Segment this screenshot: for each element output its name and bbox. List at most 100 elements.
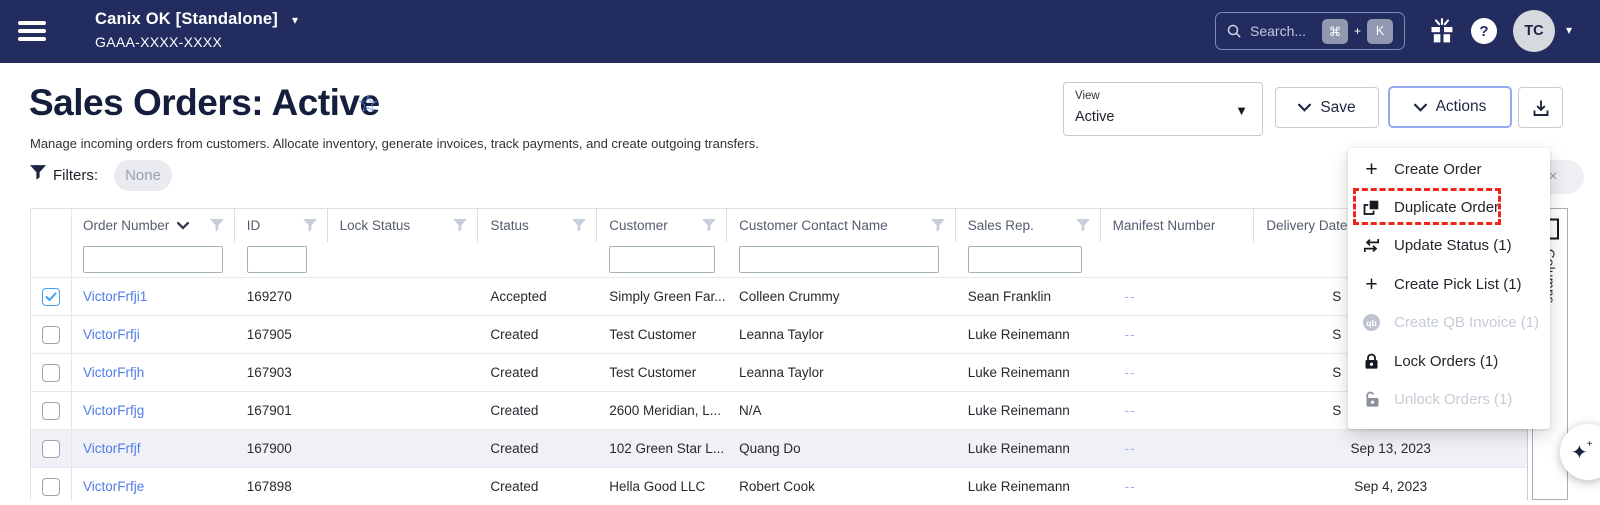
column-header-lock-status[interactable]: Lock Status xyxy=(328,209,479,242)
cell-id: 167900 xyxy=(235,441,328,456)
filter-cell xyxy=(71,246,235,273)
filters-value-chip[interactable]: None xyxy=(114,160,172,191)
menu-item-unlock-orders-1[interactable]: Unlock Orders (1) xyxy=(1348,380,1550,418)
cell-status: Created xyxy=(478,365,597,380)
filter-cell xyxy=(956,246,1101,273)
unlock-icon xyxy=(1362,391,1381,408)
filter-input-order-number[interactable] xyxy=(83,246,223,273)
sort-chevron-down-icon[interactable] xyxy=(177,222,189,230)
filter-funnel-icon[interactable] xyxy=(303,219,317,232)
actions-button-label: Actions xyxy=(1436,98,1487,116)
row-checkbox[interactable] xyxy=(42,402,60,420)
table-row: VictorFrfje167898CreatedHella Good LLCRo… xyxy=(31,467,1527,505)
filter-funnel-icon[interactable] xyxy=(931,219,945,232)
column-label: Customer Contact Name xyxy=(739,218,888,233)
cell-status: Accepted xyxy=(478,289,597,304)
row-checkbox-cell xyxy=(31,288,71,306)
view-select-value: Active xyxy=(1075,109,1115,125)
column-header-customer-contact-name[interactable]: Customer Contact Name xyxy=(727,209,956,242)
table-row: VictorFrfji167905CreatedTest CustomerLea… xyxy=(31,315,1527,353)
search-input[interactable] xyxy=(1248,22,1316,40)
table-row: VictorFrfji1169270AcceptedSimply Green F… xyxy=(31,277,1527,315)
cell-customer: Hella Good LLC xyxy=(597,479,727,494)
filter-funnel-icon[interactable] xyxy=(453,219,467,232)
order-number-link[interactable]: VictorFrfjg xyxy=(83,403,144,418)
avatar[interactable]: TC xyxy=(1513,10,1555,52)
filter-input-customer[interactable] xyxy=(609,246,715,273)
order-number-link[interactable]: VictorFrfjh xyxy=(83,365,144,380)
shortcut-plus: + xyxy=(1354,24,1361,38)
menu-item-lock-orders-1[interactable]: Lock Orders (1) xyxy=(1348,342,1550,380)
menu-item-label: Create Pick List (1) xyxy=(1394,276,1522,293)
table-filter-row xyxy=(31,242,1527,277)
cell-status: Created xyxy=(478,327,597,342)
menu-item-label: Create Order xyxy=(1394,161,1482,178)
order-number-link[interactable]: VictorFrfji1 xyxy=(83,289,147,304)
filter-funnel-icon[interactable] xyxy=(572,219,586,232)
filter-input-sales-rep[interactable] xyxy=(968,246,1082,273)
column-header-order-number[interactable]: Order Number xyxy=(71,209,235,242)
menu-item-create-pick-list-1[interactable]: +Create Pick List (1) xyxy=(1348,265,1550,303)
help-icon[interactable]: ? xyxy=(1471,18,1497,44)
avatar-chevron-down-icon[interactable]: ▾ xyxy=(1566,23,1572,37)
cell-order_number: VictorFrfjg xyxy=(71,403,235,418)
column-header-select[interactable] xyxy=(31,209,71,242)
row-checkbox[interactable] xyxy=(42,288,60,306)
cell-id: 167901 xyxy=(235,403,328,418)
cell-sales_rep: Luke Reinemann xyxy=(956,403,1101,418)
row-checkbox[interactable] xyxy=(42,440,60,458)
filter-funnel-icon[interactable] xyxy=(210,219,224,232)
row-checkbox[interactable] xyxy=(42,326,60,344)
view-select-label: View xyxy=(1075,90,1100,102)
search-icon xyxy=(1226,23,1242,39)
row-checkbox[interactable] xyxy=(42,478,60,496)
filters-label: Filters: xyxy=(53,167,98,184)
org-name[interactable]: Canix OK [Standalone] xyxy=(95,10,278,29)
hamburger-menu-icon[interactable] xyxy=(18,21,46,43)
order-number-link[interactable]: VictorFrfjf xyxy=(83,441,141,456)
column-header-manifest-number[interactable]: Manifest Number xyxy=(1101,209,1255,242)
sparkle-icon: ✦ xyxy=(1571,440,1588,465)
row-checkbox-cell xyxy=(31,440,71,458)
cell-customer: 2600 Meridian, L... xyxy=(597,403,727,418)
menu-item-update-status-1[interactable]: Update Status (1) xyxy=(1348,227,1550,265)
view-select[interactable]: View Active ▼ xyxy=(1063,82,1263,136)
filter-funnel-icon[interactable] xyxy=(1076,219,1090,232)
cmd-key-badge: ⌘ xyxy=(1322,19,1348,44)
cell-delivery_date: Sep 4, 2023 xyxy=(1254,479,1527,494)
column-label: Sales Rep. xyxy=(968,218,1034,233)
cell-customer: Test Customer xyxy=(597,365,727,380)
org-chevron-down-icon[interactable]: ▾ xyxy=(292,13,298,27)
row-checkbox-cell xyxy=(31,326,71,344)
column-label: Customer xyxy=(609,218,668,233)
column-header-sales-rep[interactable]: Sales Rep. xyxy=(956,209,1101,242)
column-header-id[interactable]: ID xyxy=(235,209,328,242)
export-button[interactable] xyxy=(1518,87,1563,128)
k-key-badge: K xyxy=(1367,19,1393,44)
view-caret-down-icon: ▼ xyxy=(1235,103,1248,118)
menu-item-duplicate-order[interactable]: Duplicate Order xyxy=(1348,188,1550,226)
cell-order_number: VictorFrfjh xyxy=(71,365,235,380)
column-header-status[interactable]: Status xyxy=(478,209,597,242)
column-header-customer[interactable]: Customer xyxy=(597,209,727,242)
menu-item-create-order[interactable]: +Create Order xyxy=(1348,150,1550,188)
order-number-link[interactable]: VictorFrfji xyxy=(83,327,140,342)
menu-item-create-qb-invoice-1[interactable]: qbCreate QB Invoice (1) xyxy=(1348,304,1550,342)
filter-input-customer-contact-name[interactable] xyxy=(739,246,939,273)
menu-item-label: Create QB Invoice (1) xyxy=(1394,314,1539,331)
save-button[interactable]: Save xyxy=(1275,87,1379,128)
actions-button[interactable]: Actions xyxy=(1388,86,1512,128)
global-search[interactable]: ⌘ + K xyxy=(1215,12,1405,50)
filter-funnel-icon[interactable] xyxy=(702,219,716,232)
table-row: VictorFrfjh167903CreatedTest CustomerLea… xyxy=(31,353,1527,391)
row-checkbox[interactable] xyxy=(42,364,60,382)
filter-input-id[interactable] xyxy=(247,246,307,273)
gift-icon[interactable] xyxy=(1427,16,1457,51)
column-label: Manifest Number xyxy=(1113,218,1216,233)
cell-status: Created xyxy=(478,479,597,494)
cell-customer_contact: Quang Do xyxy=(727,441,956,456)
chevron-down-icon xyxy=(1414,103,1427,112)
favorite-star-icon[interactable]: ☆ xyxy=(357,89,379,119)
column-label: Delivery Date xyxy=(1266,218,1347,233)
order-number-link[interactable]: VictorFrfje xyxy=(83,479,144,494)
